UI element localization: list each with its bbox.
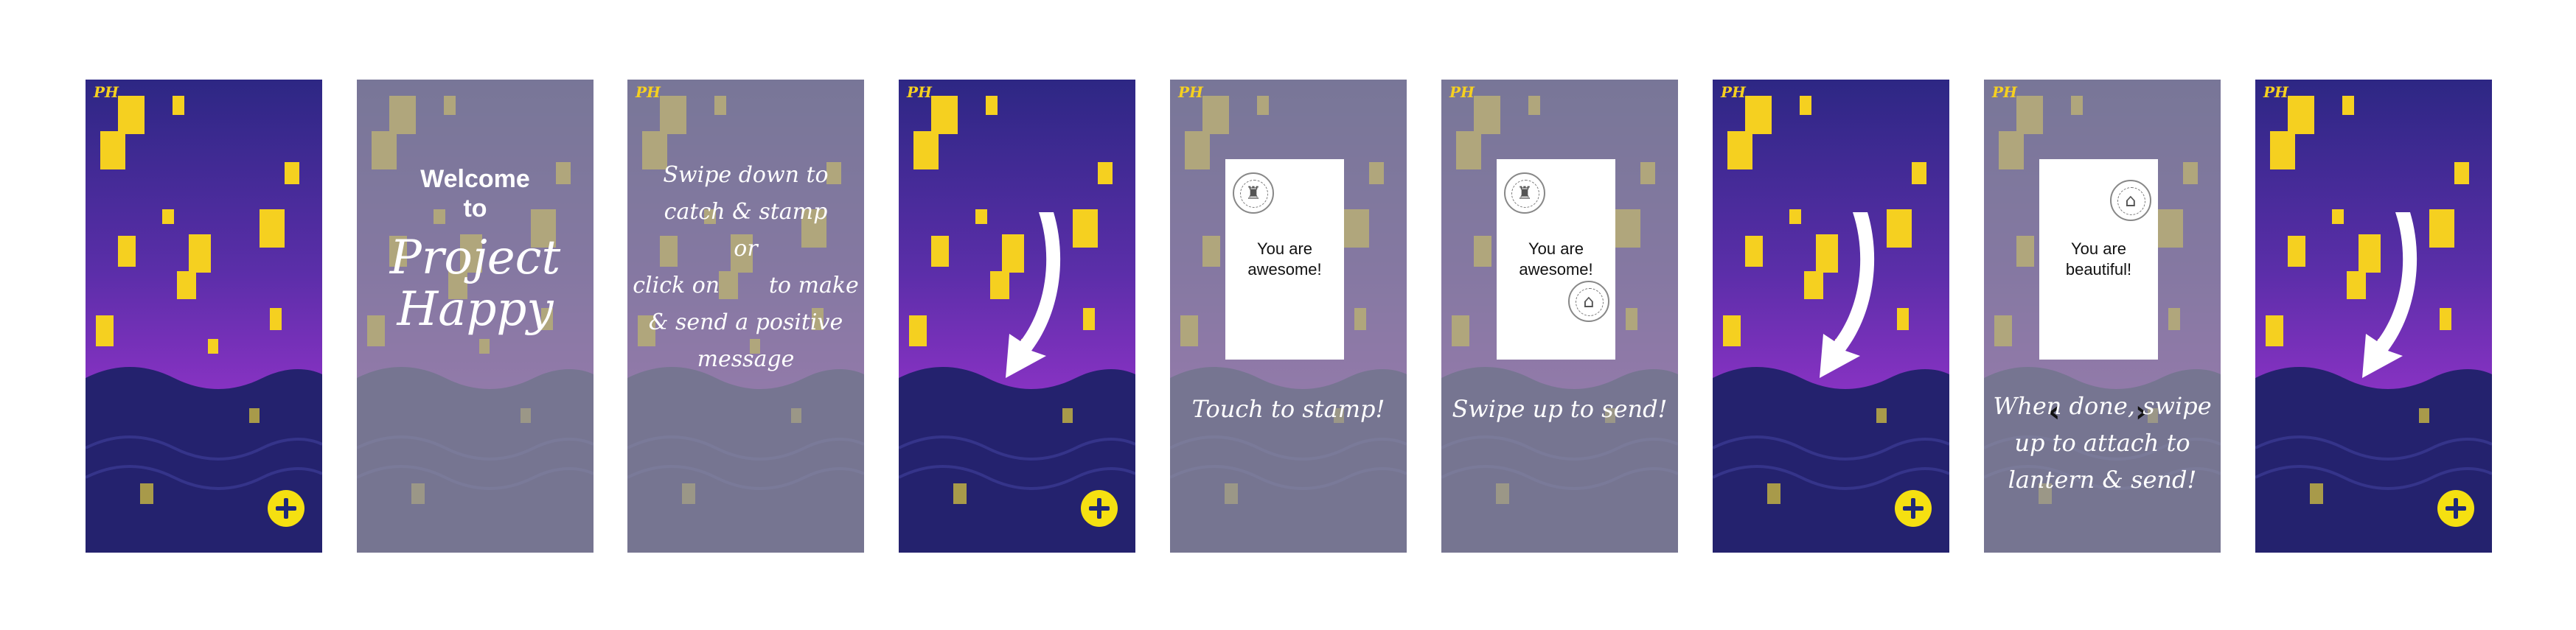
lantern	[1876, 408, 1887, 423]
instruction-line: message	[697, 346, 795, 372]
message-text: You are awesome!	[1519, 239, 1593, 279]
message-card[interactable]: ♜ You are awesome!	[1225, 159, 1344, 360]
app-logo: PH	[636, 83, 661, 101]
swipe-down-arrow-icon	[1820, 212, 1875, 378]
lantern	[909, 315, 927, 346]
bridge-stamp-icon: ⌂	[1568, 281, 1609, 322]
lantern	[931, 236, 949, 267]
add-message-button[interactable]	[1895, 490, 1932, 527]
eiffel-tower-stamp-icon: ♜	[1233, 172, 1274, 214]
message-text: You are beautiful!	[2065, 239, 2132, 279]
app-logo: PH	[1721, 83, 1746, 101]
instruction-line: click on to make	[633, 273, 859, 298]
lantern	[2454, 162, 2469, 184]
compose-instruction: up to attach to	[2014, 429, 2190, 457]
lantern	[931, 96, 958, 134]
add-message-button[interactable]	[2437, 490, 2474, 527]
lantern	[208, 339, 218, 354]
screen-compose: PH ⌂ You are beautiful! ‹ › When done, s…	[1984, 80, 2221, 553]
bridge-stamp-icon: ⌂	[2110, 180, 2151, 221]
swipe-down-arrow-icon	[1006, 212, 1061, 378]
lantern	[986, 96, 998, 115]
project-title-line2: Happy	[397, 282, 554, 337]
welcome-text: Welcome	[420, 165, 530, 193]
lantern	[1912, 162, 1926, 184]
lantern	[1897, 308, 1909, 330]
lantern	[1098, 162, 1113, 184]
screen-swipe-down: PH	[899, 80, 1135, 553]
lantern	[140, 483, 153, 504]
app-logo: PH	[1992, 83, 2017, 101]
lantern	[285, 162, 299, 184]
instruction-line: catch & stamp	[664, 199, 828, 225]
send-instruction: Swipe up to send!	[1452, 395, 1668, 423]
lantern	[249, 408, 260, 423]
lantern	[2429, 209, 2454, 248]
lantern	[2266, 315, 2283, 346]
project-title-line1: Project	[389, 231, 561, 285]
app-logo: PH	[94, 83, 119, 101]
app-logo: PH	[2263, 83, 2288, 101]
lantern	[177, 271, 196, 299]
lantern	[2310, 483, 2323, 504]
lantern	[96, 315, 114, 346]
message-card[interactable]: ♜ You are awesome! ⌂	[1497, 159, 1615, 360]
lantern	[1062, 408, 1073, 423]
lantern	[1073, 209, 1098, 248]
lantern	[1745, 236, 1763, 267]
lantern	[100, 131, 125, 169]
lantern	[260, 209, 285, 248]
welcome-to-text: to	[463, 195, 487, 223]
lantern	[118, 96, 145, 134]
lantern	[189, 234, 211, 273]
lantern	[2440, 308, 2451, 330]
lantern	[1767, 483, 1780, 504]
lantern	[1745, 96, 1772, 134]
night-scene	[86, 80, 322, 553]
stamp-instruction: Touch to stamp!	[1191, 395, 1385, 423]
lantern	[2342, 96, 2354, 115]
lantern	[975, 209, 987, 224]
instruction-line: or	[734, 236, 758, 262]
lantern	[1083, 308, 1095, 330]
screen-main: PH	[86, 80, 322, 553]
add-message-button[interactable]	[268, 490, 304, 527]
screen-welcome: Welcome to Project Happy	[357, 80, 593, 553]
lantern	[1789, 209, 1801, 224]
lantern	[2288, 96, 2314, 134]
instruction-line: & send a positive	[648, 309, 843, 335]
lantern	[2270, 131, 2295, 169]
lantern	[2332, 209, 2344, 224]
lantern	[1800, 96, 1811, 115]
screen-instructions: PH Swipe down to catch & stamp or click …	[627, 80, 864, 553]
lantern	[1723, 315, 1741, 346]
lantern	[953, 483, 967, 504]
screen-stamp: PH ♜ You are awesome! Touch to stamp!	[1170, 80, 1407, 553]
app-logo: PH	[1449, 83, 1475, 101]
message-text: You are awesome!	[1247, 239, 1322, 279]
screen-send: PH ♜ You are awesome! ⌂ Swipe up to send…	[1441, 80, 1678, 553]
app-logo: PH	[907, 83, 932, 101]
eiffel-tower-stamp-icon: ♜	[1504, 172, 1545, 214]
lantern	[1727, 131, 1752, 169]
lantern	[2419, 408, 2429, 423]
lantern	[270, 308, 282, 330]
screen-swipe-down: PH	[2255, 80, 2492, 553]
swipe-down-arrow-icon	[2362, 212, 2417, 378]
lantern	[2288, 236, 2305, 267]
add-message-button[interactable]	[1081, 490, 1118, 527]
message-card[interactable]: ⌂ You are beautiful! ‹ ›	[2039, 159, 2158, 429]
lantern	[173, 96, 184, 115]
screen-swipe-down: PH	[1713, 80, 1949, 553]
instruction-line: Swipe down to	[663, 162, 829, 188]
lantern	[118, 236, 136, 267]
lantern	[913, 131, 939, 169]
compose-instruction: When done, swipe	[1993, 392, 2212, 420]
compose-instruction: lantern & send!	[2008, 466, 2197, 494]
lantern	[1887, 209, 1912, 248]
app-logo: PH	[1178, 83, 1203, 101]
lantern	[162, 209, 174, 224]
